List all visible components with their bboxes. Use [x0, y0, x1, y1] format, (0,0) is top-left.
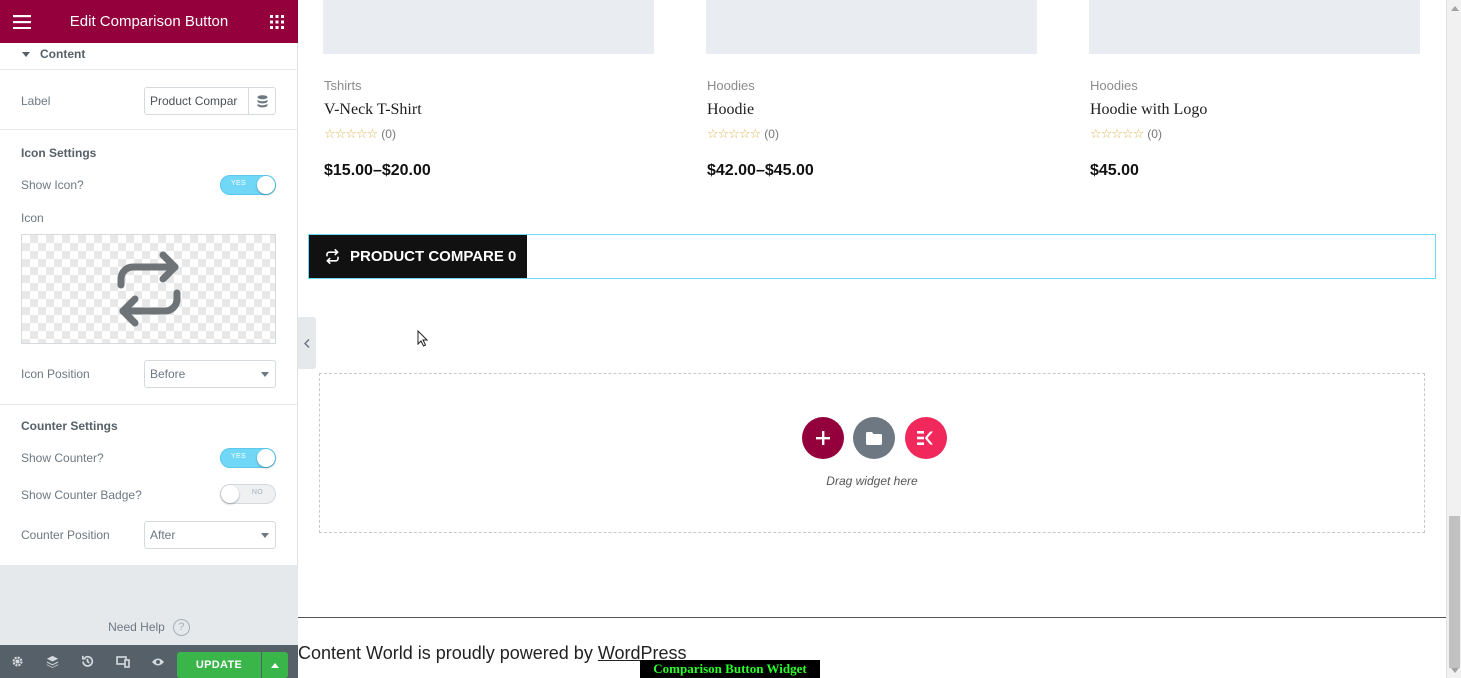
counter-position-select[interactable]: After [144, 521, 276, 549]
product-name[interactable]: V-Neck T-Shirt [324, 101, 422, 119]
label-input-group [144, 87, 276, 115]
show-counter-toggle[interactable]: YES [220, 448, 276, 468]
section-title: Content [40, 47, 86, 61]
caret-up-icon [271, 662, 279, 668]
responsive-mode-icon[interactable] [105, 645, 140, 678]
rating-count: (0) [381, 127, 396, 141]
label-input[interactable] [145, 88, 248, 114]
product-image[interactable] [1089, 0, 1420, 54]
icon-position-select[interactable]: Before [144, 360, 276, 388]
product-compare-button[interactable]: PRODUCT COMPARE 0 [309, 235, 527, 278]
content-section-toggle[interactable]: Content [0, 43, 298, 65]
hamburger-menu-icon[interactable] [0, 0, 43, 43]
add-template-button[interactable] [853, 417, 895, 459]
settings-gear-icon[interactable] [0, 645, 35, 678]
divider [0, 404, 298, 405]
scroll-down-arrow-icon[interactable] [1451, 668, 1459, 673]
toggle-knob [257, 176, 275, 194]
product-price: $42.00–$45.00 [707, 162, 814, 179]
toggle-state-text: NO [251, 489, 263, 496]
video-caption: Comparison Button Widget [640, 660, 820, 678]
divider [0, 69, 298, 70]
site-footer-credit: Content World is proudly powered by Word… [298, 643, 687, 664]
elementskit-library-button[interactable] [905, 417, 947, 459]
product-category[interactable]: Tshirts [324, 78, 362, 93]
product-category[interactable]: Hoodies [1090, 78, 1138, 93]
app-window: Edit Comparison Button Content Label Pro… [0, 0, 1461, 678]
scroll-up-arrow-icon[interactable] [1451, 6, 1459, 11]
scrollbar-thumb[interactable] [1449, 516, 1460, 668]
elementskit-logo-icon [917, 431, 933, 445]
preview-scrollbar[interactable] [1446, 0, 1461, 678]
question-circle-icon: ? [172, 618, 190, 636]
toggle-knob [221, 485, 239, 503]
show-counter-badge-toggle[interactable]: NO [220, 484, 276, 504]
product-rating: ☆☆☆☆☆ (0) [1090, 126, 1162, 142]
toggle-state-text: YES [231, 453, 246, 460]
preview-eye-icon[interactable] [140, 645, 175, 678]
product-name[interactable]: Hoodie [707, 101, 754, 119]
product-category[interactable]: Hoodies [707, 78, 755, 93]
rating-count: (0) [1147, 127, 1162, 141]
caret-down-icon [22, 51, 30, 57]
icon-control: Icon [0, 209, 298, 227]
star-rating-icon: ☆☆☆☆☆ [1090, 126, 1144, 141]
chevron-left-icon [304, 338, 310, 348]
update-options-button[interactable] [262, 652, 288, 678]
folder-icon [866, 431, 882, 445]
chevron-down-icon [261, 533, 269, 538]
preview-canvas: Tshirts V-Neck T-Shirt ☆☆☆☆☆ (0) $15.00–… [298, 0, 1446, 678]
product-price: $15.00–$20.00 [324, 162, 431, 179]
icon-picker[interactable] [21, 234, 276, 344]
product-name[interactable]: Hoodie with Logo [1090, 101, 1207, 119]
widgets-grid-icon[interactable] [255, 0, 298, 43]
toggle-knob [257, 449, 275, 467]
icon-position-value: Before [150, 367, 186, 381]
repeat-arrows-icon [325, 249, 340, 264]
star-rating-icon: ☆☆☆☆☆ [324, 126, 378, 141]
editor-panel: Edit Comparison Button Content Label Pro… [0, 0, 298, 678]
plus-icon [816, 431, 830, 445]
product-image[interactable] [706, 0, 1037, 54]
divider [0, 129, 298, 130]
product-rating: ☆☆☆☆☆ (0) [707, 126, 779, 142]
history-icon[interactable] [70, 645, 105, 678]
chevron-down-icon [261, 372, 269, 377]
add-section-button[interactable] [802, 417, 844, 459]
product-image[interactable] [323, 0, 654, 54]
dynamic-tags-icon[interactable] [248, 88, 275, 114]
product-rating: ☆☆☆☆☆ (0) [324, 126, 396, 142]
update-button[interactable]: UPDATE [177, 652, 261, 678]
comparison-widget-wrapper[interactable]: PRODUCT COMPARE 0 [308, 234, 1436, 279]
need-help-label: Need Help [108, 620, 165, 634]
mouse-cursor-icon [417, 329, 429, 352]
show-icon-toggle[interactable]: YES [220, 175, 276, 195]
collapse-panel-button[interactable] [298, 317, 316, 369]
compare-button-label: PRODUCT COMPARE 0 [350, 248, 517, 265]
icon-settings-heading: Icon Settings [21, 146, 97, 160]
product-price: $45.00 [1090, 162, 1139, 179]
counter-settings-heading: Counter Settings [21, 419, 118, 433]
toggle-state-text: YES [231, 180, 246, 187]
repeat-arrows-icon [117, 251, 180, 327]
add-section-dropzone[interactable]: Drag widget here [319, 373, 1425, 533]
footer-credit-text: Content World is proudly powered by [298, 643, 598, 663]
rating-count: (0) [764, 127, 779, 141]
need-help-link[interactable]: Need Help ? [0, 617, 298, 637]
panel-header: Edit Comparison Button [0, 0, 298, 43]
drag-widget-hint: Drag widget here [826, 474, 918, 488]
star-rating-icon: ☆☆☆☆☆ [707, 126, 761, 141]
navigator-layers-icon[interactable] [35, 645, 70, 678]
footer-divider [298, 617, 1446, 618]
counter-position-value: After [150, 528, 176, 542]
icon-label: Icon [21, 211, 44, 225]
panel-title: Edit Comparison Button [69, 13, 229, 30]
